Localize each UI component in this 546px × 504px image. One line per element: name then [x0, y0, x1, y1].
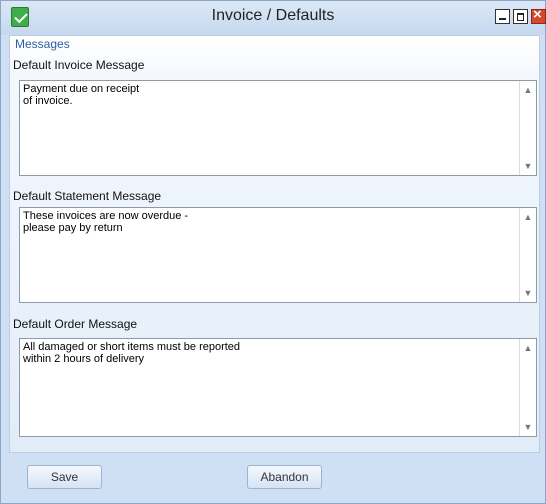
save-button[interactable]: Save — [27, 465, 102, 489]
scroll-down-icon[interactable]: ▼ — [523, 288, 533, 298]
abandon-button[interactable]: Abandon — [247, 465, 322, 489]
invoice-defaults-window: Invoice / Defaults Messages Default Invo… — [0, 0, 546, 504]
order-message-text: All damaged or short items must be repor… — [23, 341, 241, 365]
order-message-field[interactable]: All damaged or short items must be repor… — [19, 338, 537, 437]
scroll-down-icon[interactable]: ▼ — [523, 422, 533, 432]
order-message-scrollbar[interactable]: ▲ ▼ — [519, 339, 536, 436]
close-icon[interactable] — [531, 6, 546, 24]
minimize-icon[interactable] — [495, 9, 510, 24]
statement-message-field[interactable]: These invoices are now overdue - please … — [19, 207, 537, 303]
invoice-message-label: Default Invoice Message — [13, 58, 145, 72]
panel-header: Messages — [15, 37, 70, 51]
scroll-up-icon[interactable]: ▲ — [523, 85, 533, 95]
title-bar[interactable]: Invoice / Defaults — [1, 1, 546, 35]
invoice-message-field[interactable]: Payment due on receipt of invoice. ▲ ▼ — [19, 80, 537, 176]
order-message-label: Default Order Message — [13, 317, 138, 331]
invoice-message-text: Payment due on receipt of invoice. — [23, 83, 140, 107]
statement-message-scrollbar[interactable]: ▲ ▼ — [519, 208, 536, 302]
statement-message-label: Default Statement Message — [13, 189, 162, 203]
window-title: Invoice / Defaults — [211, 7, 335, 24]
scroll-up-icon[interactable]: ▲ — [523, 343, 533, 353]
scroll-down-icon[interactable]: ▼ — [523, 161, 533, 171]
invoice-message-scrollbar[interactable]: ▲ ▼ — [519, 81, 536, 175]
maximize-icon[interactable] — [513, 9, 528, 24]
scroll-up-icon[interactable]: ▲ — [523, 212, 533, 222]
statement-message-text: These invoices are now overdue - please … — [23, 210, 189, 234]
